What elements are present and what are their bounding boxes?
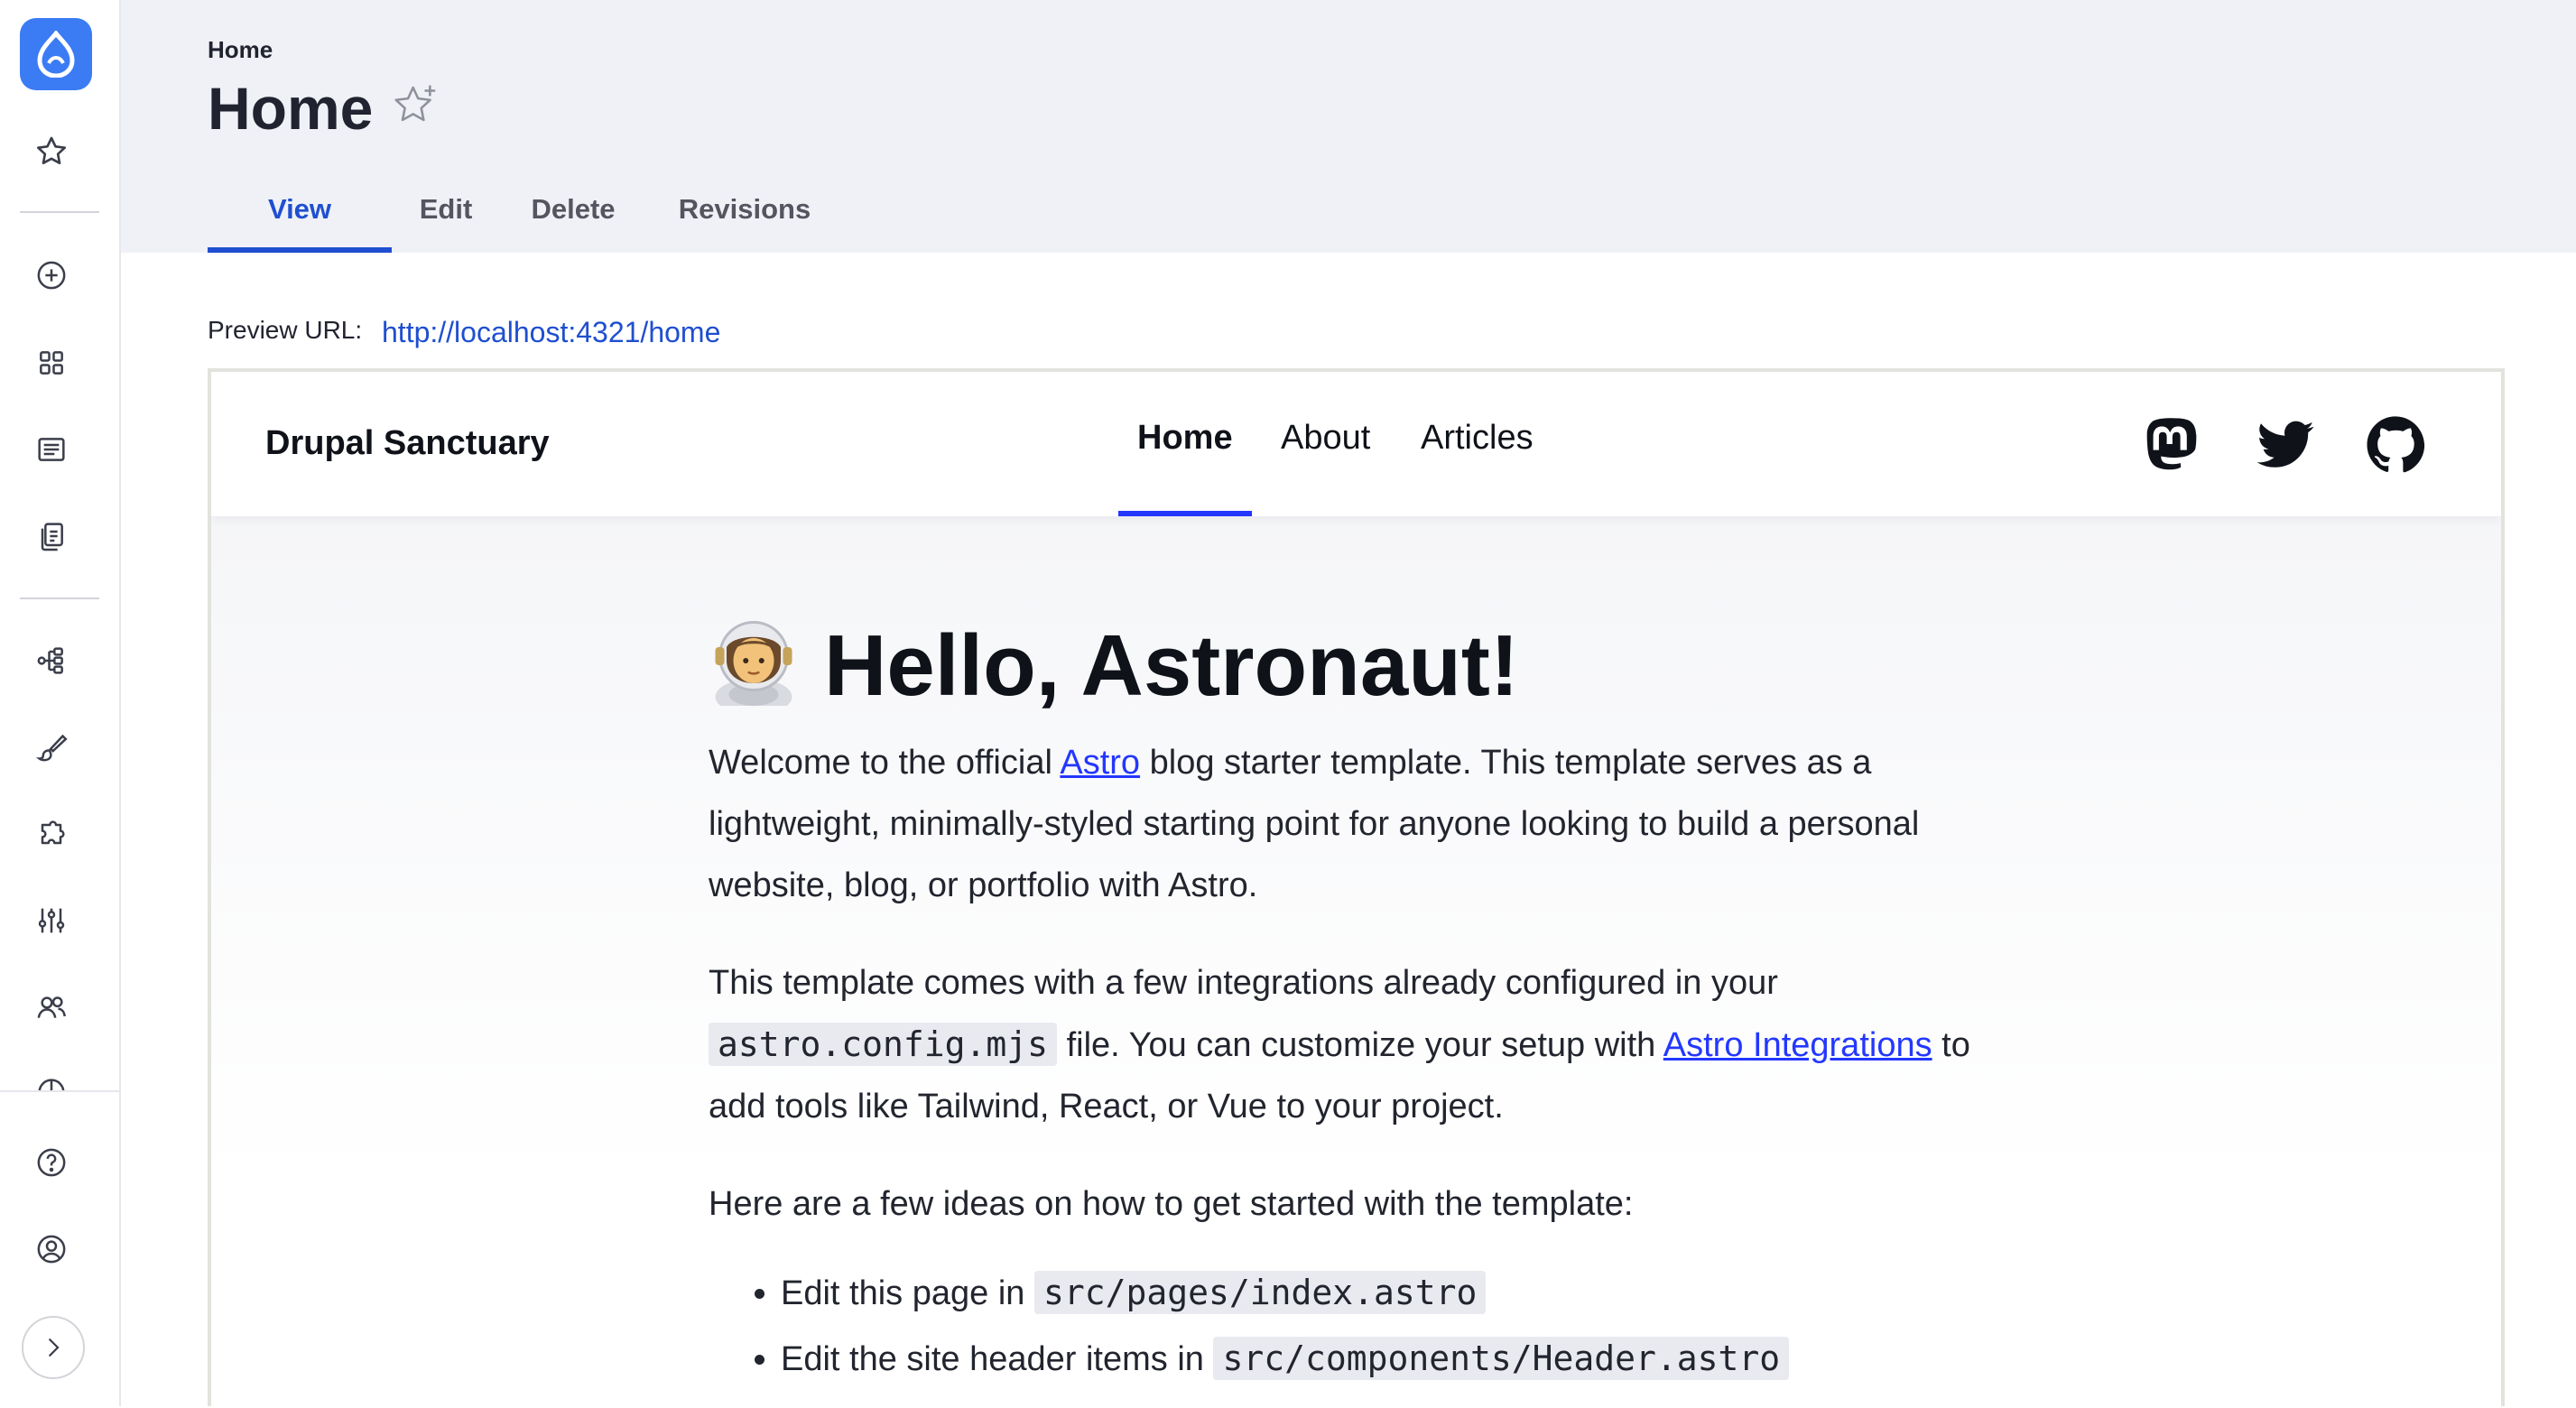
brush-icon[interactable] bbox=[33, 729, 69, 765]
list-item-code: src/pages/index.astro bbox=[1033, 1271, 1487, 1314]
preview-url-link[interactable]: http://localhost:4321/home bbox=[382, 316, 720, 349]
astro-link[interactable]: Astro bbox=[1060, 744, 1140, 782]
list-item-text: Edit the site header items in bbox=[781, 1340, 1214, 1378]
hero-title: Hello, Astronaut! bbox=[824, 617, 1519, 714]
site-header: Drupal Sanctuary Home About Articles bbox=[211, 372, 2501, 516]
toolbar-divider bbox=[20, 211, 99, 213]
list-item: Edit this page in src/pages/index.astro bbox=[781, 1262, 2017, 1324]
grid-icon[interactable] bbox=[33, 345, 69, 381]
hero-heading: Hello, Astronaut! bbox=[709, 616, 2017, 716]
config-file-code: astro.config.mjs bbox=[709, 1023, 1058, 1066]
github-icon[interactable] bbox=[2363, 412, 2428, 477]
admin-toolbar bbox=[0, 0, 121, 1408]
page-header: Home Home View Edit Delete Revisions bbox=[121, 0, 2576, 253]
list-item: Edit the site header items in src/compon… bbox=[781, 1328, 2017, 1390]
intro-paragraph: Welcome to the official Astro blog start… bbox=[709, 732, 2017, 916]
users-icon[interactable] bbox=[33, 989, 69, 1025]
site-brand[interactable]: Drupal Sanctuary bbox=[265, 424, 550, 463]
mastodon-icon[interactable] bbox=[2139, 412, 2204, 477]
drupal-logo-icon[interactable] bbox=[20, 18, 92, 90]
intro-text-start: Welcome to the official bbox=[709, 744, 1061, 782]
favorite-star-icon[interactable] bbox=[390, 81, 440, 132]
astronaut-emoji-icon bbox=[715, 621, 792, 706]
star-icon[interactable] bbox=[33, 134, 69, 170]
user-icon[interactable] bbox=[33, 1231, 69, 1267]
article-content: Hello, Astronaut! Welcome to the officia… bbox=[709, 616, 2017, 1394]
chevron-right-icon[interactable] bbox=[22, 1316, 85, 1379]
tab-view[interactable]: View bbox=[208, 181, 392, 253]
integrations-paragraph: This template comes with a few integrati… bbox=[709, 952, 2017, 1137]
nav-about[interactable]: About bbox=[1281, 419, 1370, 458]
astro-integrations-link[interactable]: Astro Integrations bbox=[1663, 1026, 1932, 1064]
tab-revisions[interactable]: Revisions bbox=[650, 181, 839, 253]
puzzle-icon[interactable] bbox=[33, 816, 69, 852]
plus-circle-icon[interactable] bbox=[33, 257, 69, 293]
nav-home[interactable]: Home bbox=[1137, 419, 1233, 458]
nav-active-indicator bbox=[1118, 511, 1252, 516]
integrations-text-start: This template comes with a few integrati… bbox=[709, 964, 1778, 1002]
nav-articles[interactable]: Articles bbox=[1421, 419, 1534, 458]
preview-url-label: Preview URL: bbox=[208, 316, 363, 344]
ideas-intro: Here are a few ideas on how to get start… bbox=[709, 1185, 1634, 1223]
preview-frame: Drupal Sanctuary Home About Articles Hel… bbox=[208, 368, 2505, 1406]
toolbar-divider bbox=[20, 597, 99, 599]
ideas-list: Edit this page in src/pages/index.astro … bbox=[709, 1262, 2017, 1390]
tab-edit[interactable]: Edit bbox=[392, 181, 500, 253]
page-title: Home bbox=[208, 75, 374, 142]
twitter-icon[interactable] bbox=[2253, 412, 2318, 477]
breadcrumb[interactable]: Home bbox=[208, 36, 273, 64]
integrations-text-middle: file. You can customize your setup with bbox=[1057, 1026, 1663, 1064]
list-icon[interactable] bbox=[33, 431, 69, 468]
documents-icon[interactable] bbox=[33, 518, 69, 554]
help-icon[interactable] bbox=[33, 1144, 69, 1181]
tab-delete[interactable]: Delete bbox=[505, 181, 641, 253]
structure-icon[interactable] bbox=[33, 643, 69, 679]
sliders-icon[interactable] bbox=[33, 903, 69, 939]
list-item-code: src/components/Header.astro bbox=[1213, 1337, 1790, 1380]
list-item-text: Edit this page in bbox=[781, 1274, 1034, 1312]
